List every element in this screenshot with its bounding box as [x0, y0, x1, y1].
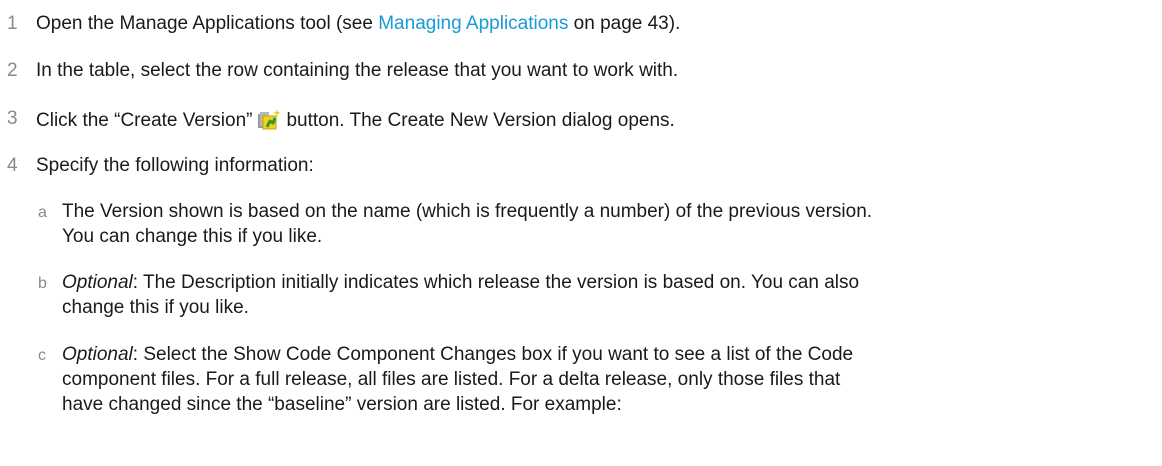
substep-letter: c	[38, 347, 46, 364]
substep-b-line-2: change this if you like.	[62, 297, 249, 318]
step-number: 4	[7, 155, 18, 176]
step-3-post: button. The Create New Version dialog op…	[286, 110, 675, 131]
optional-label: Optional	[62, 344, 133, 365]
step-2-text: In the table, select the row containing …	[36, 60, 679, 81]
step-3-text: Click the “Create Version” button. The Cr…	[36, 107, 675, 133]
substep-c-line-2: component files. For a full release, all…	[62, 369, 841, 390]
managing-applications-link[interactable]: Managing Applications	[378, 13, 568, 34]
substep-b-text: : The Description initially indicates wh…	[132, 272, 860, 293]
substep-c-line-3: have changed since the “baseline” versio…	[62, 394, 622, 415]
step-number: 1	[7, 13, 18, 34]
step-1-pre: Open the Manage Applications tool (see	[36, 13, 379, 34]
substep-c-text: : Select the Show Code Component Changes…	[132, 344, 854, 365]
substep-b-line-1: Optional: The Description initially indi…	[62, 271, 859, 295]
optional-label: Optional	[62, 272, 133, 293]
substep-a-line-1: The Version shown is based on the name (…	[62, 201, 873, 222]
create-version-icon	[256, 107, 282, 131]
document-page: 1 Open the Manage Applications tool (see…	[0, 0, 1162, 466]
substep-letter: b	[38, 275, 47, 292]
step-number: 3	[7, 108, 18, 129]
step-3-pre: Click the “Create Version”	[36, 110, 253, 131]
substep-c-line-1: Optional: Select the Show Code Component…	[62, 343, 853, 367]
step-1-text: Open the Manage Applications tool (see M…	[36, 12, 680, 36]
step-1-post: on page 43).	[568, 13, 681, 34]
step-number: 2	[7, 60, 18, 81]
substep-a-line-2: You can change this if you like.	[62, 226, 323, 247]
substep-letter: a	[38, 204, 47, 221]
step-4-text: Specify the following information:	[36, 155, 314, 176]
